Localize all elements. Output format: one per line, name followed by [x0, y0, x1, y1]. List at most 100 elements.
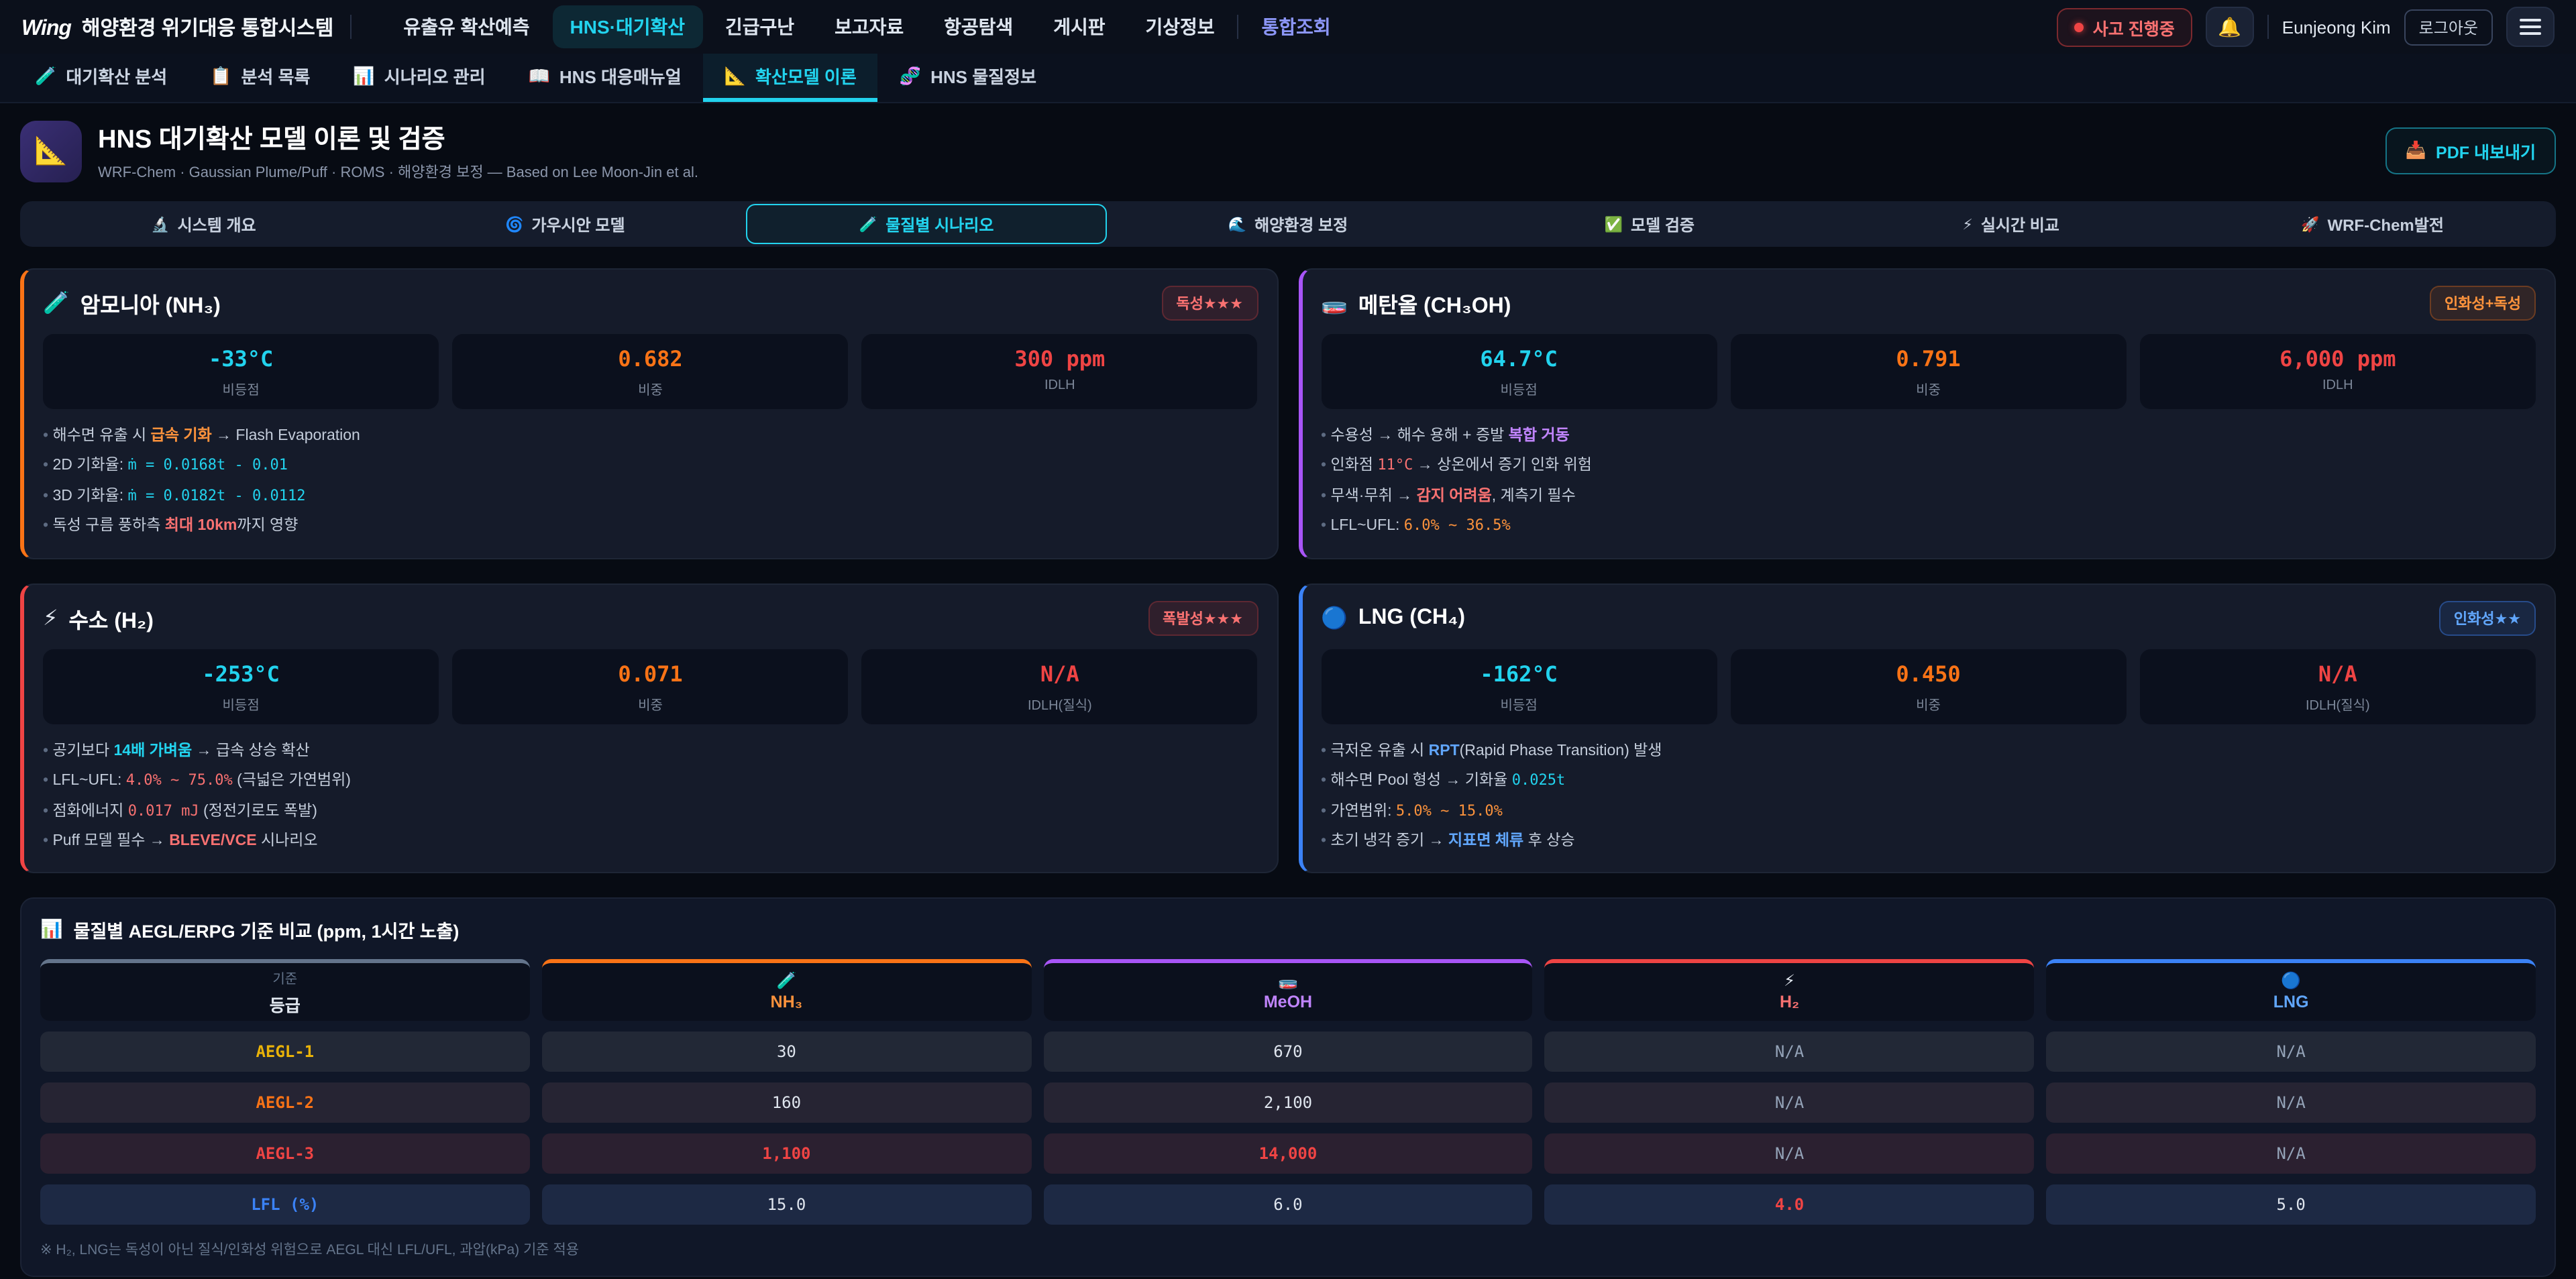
- app-logo: Wing 해양환경 위기대응 통합시스템: [21, 13, 333, 41]
- column-label: 등급: [270, 992, 301, 1017]
- highlight-text: 감지 어려움: [1417, 488, 1492, 504]
- section-tab-label: 시스템 개요: [178, 213, 256, 235]
- table-cell: N/A: [2046, 1032, 2536, 1072]
- plain-text: 까지 영향: [237, 518, 298, 535]
- bullet-line: 초기 냉각 증기 → 지표면 체류 후 상승: [1321, 826, 2536, 856]
- stat-label: 비중: [460, 378, 840, 398]
- sub-tab-4[interactable]: 📐확산모델 이론: [703, 54, 878, 102]
- stat-row: -253°C비등점0.071비중N/AIDLH(질식): [43, 649, 1258, 724]
- highlight-text: BLEVE/VCE: [169, 833, 256, 849]
- section-tab-label: 모델 검증: [1631, 213, 1695, 235]
- sub-tab-2[interactable]: 📊시나리오 관리: [331, 54, 506, 102]
- stat-value: 0.071: [460, 661, 840, 686]
- stat-value: 300 ppm: [870, 346, 1250, 372]
- stat-label: 비등점: [1329, 378, 1709, 398]
- section-tab-5[interactable]: ⚡실시간 비교: [1830, 204, 2192, 244]
- triangle-ruler-icon: 📐: [34, 134, 68, 168]
- aegl-table-panel: 📊 물질별 AEGL/ERPG 기준 비교 (ppm, 1시간 노출) 기준등급…: [20, 898, 2556, 1278]
- substance-card: 🧫메탄올 (CH₃OH)인화성+독성64.7°C비등점0.791비중6,000 …: [1298, 268, 2556, 559]
- section-tab-1[interactable]: 🌀가우시안 모델: [384, 204, 746, 244]
- highlight-text: 4.0% ~ 75.0%: [126, 771, 233, 789]
- section-tab-6[interactable]: 🚀WRF-Chem발전: [2192, 204, 2553, 244]
- highlight-text: 14배 가벼움: [114, 742, 193, 759]
- table-cell: 670: [1043, 1032, 1533, 1072]
- highlight-text: ṁ = 0.0168t - 0.01: [128, 457, 288, 474]
- menu-button[interactable]: [2506, 7, 2555, 47]
- sub-tab-icon: 📐: [724, 65, 746, 87]
- section-tab-2[interactable]: 🧪물질별 시나리오: [746, 204, 1108, 244]
- row-label-cell: AEGL-2: [40, 1083, 530, 1123]
- stat-box: 0.071비중: [452, 649, 848, 724]
- plain-text: 3D 기화율:: [52, 488, 127, 504]
- plain-text: 가연범위:: [1330, 803, 1395, 819]
- row-label-cell: AEGL-1: [40, 1032, 530, 1072]
- nav-item-7[interactable]: 통합조회: [1244, 5, 1348, 48]
- incident-label: 사고 진행중: [2093, 14, 2175, 40]
- highlight-text: 11°C: [1377, 457, 1413, 474]
- hazard-badge: 인화성+독성: [2430, 286, 2536, 321]
- section-tab-icon: 🔬: [151, 215, 169, 233]
- substance-icon: ⚡: [43, 604, 58, 631]
- bullet-line: 2D 기화율: ṁ = 0.0168t - 0.01: [43, 451, 1258, 482]
- stat-label: 비중: [1738, 378, 2118, 398]
- stat-box: N/AIDLH(질식): [862, 649, 1258, 724]
- substance-icon: 🔵: [1321, 604, 1348, 631]
- plain-text: LFL~UFL:: [52, 773, 125, 789]
- sub-tab-3[interactable]: 📖HNS 대응매뉴얼: [507, 54, 703, 102]
- plain-text: 인화점: [1330, 458, 1377, 474]
- nav-item-5[interactable]: 게시판: [1036, 5, 1122, 48]
- table-title: 📊 물질별 AEGL/ERPG 기준 비교 (ppm, 1시간 노출): [40, 917, 2536, 944]
- table-row: AEGL-21602,100N/AN/A: [40, 1083, 2536, 1123]
- stat-value: 0.450: [1738, 661, 2118, 686]
- notification-button[interactable]: 🔔: [2206, 7, 2254, 47]
- highlight-text: 0.017 mJ: [128, 801, 199, 819]
- bullet-list: 해수면 유출 시 급속 기화 → Flash Evaporation2D 기화율…: [43, 421, 1258, 541]
- nav-item-3[interactable]: 보고자료: [817, 5, 921, 48]
- bullet-line: 3D 기화율: ṁ = 0.0182t - 0.0112: [43, 482, 1258, 512]
- highlight-text: 6.0% ~ 36.5%: [1404, 517, 1511, 535]
- plain-text: 독성 구름 풍하측: [52, 518, 164, 535]
- logout-button[interactable]: 로그아웃: [2404, 9, 2493, 45]
- section-tab-3[interactable]: 🌊해양환경 보정: [1108, 204, 1469, 244]
- plain-text: 공기보다: [52, 742, 113, 759]
- bullet-line: 극저온 유출 시 RPT(Rapid Phase Transition) 발생: [1321, 736, 2536, 766]
- nav-item-1[interactable]: HNS·대기확산: [553, 5, 703, 48]
- stat-label: IDLH: [2148, 378, 2528, 393]
- substance-title: 수소 (H₂): [68, 602, 153, 634]
- bullet-line: 공기보다 14배 가벼움 → 급속 상승 확산: [43, 736, 1258, 766]
- table-cell: 6.0: [1043, 1185, 1533, 1225]
- sub-tab-5[interactable]: 🧬HNS 물질정보: [878, 54, 1058, 102]
- incident-status-badge: 사고 진행중: [2057, 7, 2192, 46]
- user-divider: [2267, 15, 2269, 39]
- sub-tab-bar: 🧪대기확산 분석📋분석 목록📊시나리오 관리📖HNS 대응매뉴얼📐확산모델 이론…: [0, 54, 2576, 103]
- stat-row: 64.7°C비등점0.791비중6,000 ppmIDLH: [1321, 334, 2536, 409]
- page-title-group: HNS 대기확산 모델 이론 및 검증 WRF-Chem · Gaussian …: [98, 119, 698, 182]
- stat-box: 6,000 ppmIDLH: [2140, 334, 2536, 409]
- column-icon: 🧪: [776, 973, 796, 989]
- nav-divider: [1238, 15, 1239, 39]
- bell-icon: 🔔: [2218, 15, 2241, 38]
- plain-text: 2D 기화율:: [52, 458, 127, 474]
- pdf-export-button[interactable]: 📥 PDF 내보내기: [2385, 127, 2556, 174]
- sub-tab-1[interactable]: 📋분석 목록: [189, 54, 331, 102]
- sub-tab-label: HNS 대응매뉴얼: [559, 63, 682, 89]
- nav-item-0[interactable]: 유출유 확산예측: [386, 5, 547, 48]
- page-content: 📐 HNS 대기확산 모델 이론 및 검증 WRF-Chem · Gaussia…: [0, 103, 2576, 1279]
- stat-value: 64.7°C: [1329, 346, 1709, 372]
- section-tab-4[interactable]: ✅모델 검증: [1468, 204, 1830, 244]
- bullet-line: 인화점 11°C → 상온에서 증기 인화 위험: [1321, 451, 2536, 482]
- table-row: AEGL-130670N/AN/A: [40, 1032, 2536, 1072]
- nav-item-6[interactable]: 기상정보: [1128, 5, 1232, 48]
- hazard-badge: 인화성★★: [2439, 600, 2536, 635]
- bullet-line: 점화에너지 0.017 mJ (정전기로도 폭발): [43, 796, 1258, 826]
- sub-tab-0[interactable]: 🧪대기확산 분석: [13, 54, 189, 102]
- nav-item-4[interactable]: 항공탐색: [926, 5, 1030, 48]
- column-icon: ⚡: [1784, 973, 1795, 989]
- table-title-text: 물질별 AEGL/ERPG 기준 비교 (ppm, 1시간 노출): [74, 917, 460, 944]
- stat-box: 64.7°C 비등점: [1321, 334, 1717, 409]
- section-tab-0[interactable]: 🔬 시스템 개요: [23, 204, 384, 244]
- stat-box: 0.450비중: [1730, 649, 2126, 724]
- nav-item-2[interactable]: 긴급구난: [708, 5, 812, 48]
- user-name: Eunjeong Kim: [2282, 17, 2391, 37]
- highlight-text: 지표면 체류: [1448, 833, 1523, 849]
